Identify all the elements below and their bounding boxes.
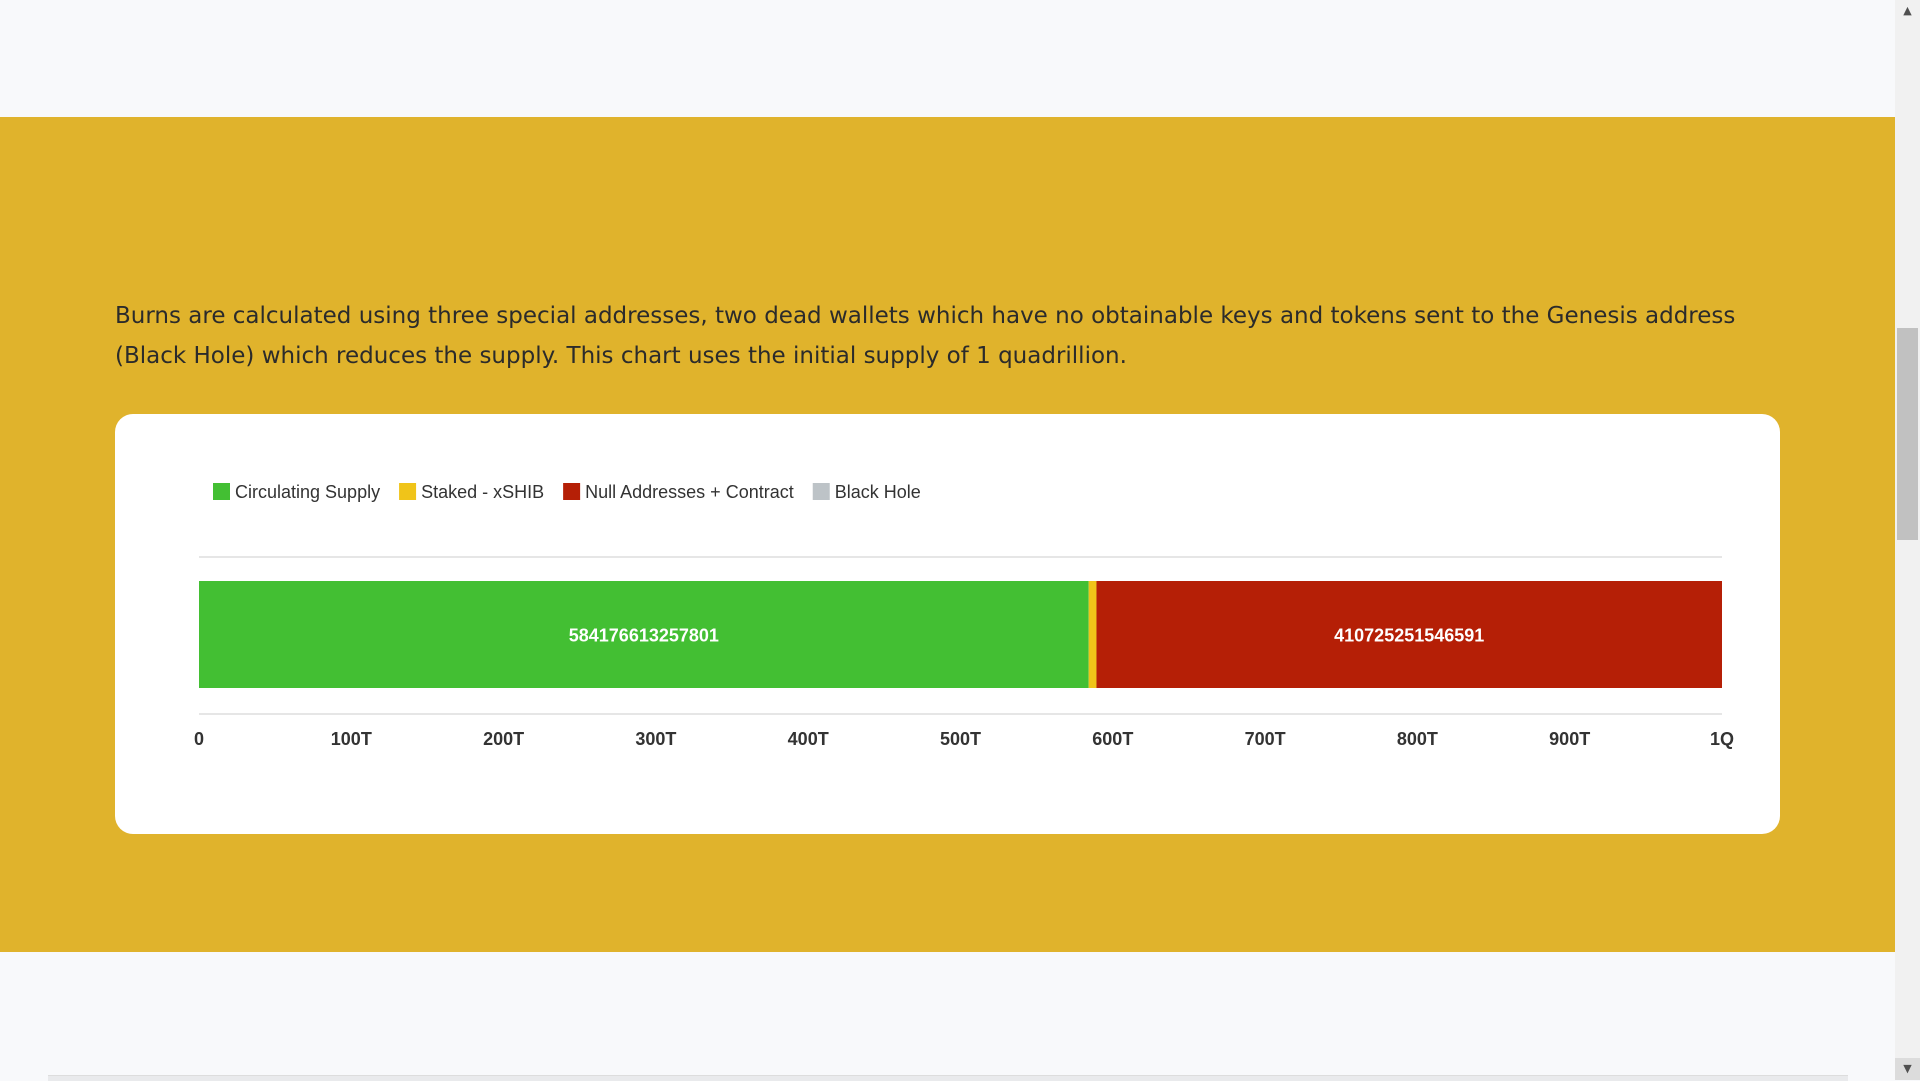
- legend-swatch-null-addresses-contract: [563, 483, 581, 500]
- x-tick-label-1q: 1Q: [1710, 729, 1734, 749]
- x-tick-label-200t: 200T: [483, 729, 524, 749]
- legend-swatch-black-hole: [812, 483, 830, 500]
- legend-label-black-hole: Black Hole: [835, 482, 921, 502]
- x-tick-label-800t: 800T: [1397, 729, 1438, 749]
- chart-bars: 584176613257801 410725251546591: [199, 581, 1722, 688]
- legend-label-circulating-supply: Circulating Supply: [235, 482, 380, 502]
- x-tick-label-900t: 900T: [1549, 729, 1590, 749]
- data-label-null-addresses-contract: 410725251546591: [1334, 626, 1484, 646]
- legend-item-null-addresses-contract[interactable]: Null Addresses + Contract: [563, 482, 794, 502]
- legend-item-black-hole[interactable]: Black Hole: [812, 482, 921, 502]
- legend-swatch-circulating-supply: [213, 483, 230, 500]
- legend-item-staked-xshib[interactable]: Staked - xSHIB: [399, 482, 544, 502]
- scroll-up-button[interactable]: ▲: [1895, 0, 1920, 22]
- legend-swatch-staked-xshib: [399, 483, 417, 500]
- scroll-down-button[interactable]: ▼: [1895, 1058, 1920, 1080]
- x-tick-label-100t: 100T: [331, 729, 372, 749]
- legend-label-null-addresses-contract: Null Addresses + Contract: [585, 482, 794, 502]
- page: Burns are calculated using three special…: [0, 0, 1895, 1080]
- bar-staked-xshib[interactable]: [1088, 581, 1097, 688]
- x-tick-label-700t: 700T: [1245, 729, 1286, 749]
- triangle-down-icon: ▼: [1903, 1062, 1912, 1075]
- vertical-scrollbar[interactable]: ▲ ▼: [1895, 0, 1920, 1080]
- x-axis-ticks: 0 100T 200T 300T 400T 500T 600T 700T 800T 900T 1Q: [194, 729, 1734, 749]
- x-tick-label-500t: 500T: [940, 729, 981, 749]
- data-label-circulating-supply: 584176613257801: [569, 626, 719, 646]
- next-section-edge: [48, 1075, 1848, 1081]
- x-tick-label-400t: 400T: [788, 729, 829, 749]
- x-tick-label-0: 0: [194, 729, 204, 749]
- legend-item-circulating-supply[interactable]: Circulating Supply: [213, 482, 380, 502]
- chart-legend: Circulating Supply Staked - xSHIB Null Add…: [213, 482, 921, 502]
- burn-chart: Circulating Supply Staked - xSHIB Null Add…: [194, 482, 1734, 749]
- legend-label-staked-xshib: Staked - xSHIB: [421, 482, 544, 502]
- x-tick-label-600t: 600T: [1092, 729, 1133, 749]
- burn-description: Burns are calculated using three special…: [115, 303, 1736, 369]
- triangle-up-icon: ▲: [1903, 4, 1912, 17]
- scroll-thumb[interactable]: [1897, 328, 1918, 540]
- chart-card: Circulating Supply Staked - xSHIB Null Add…: [115, 414, 1780, 834]
- x-tick-label-300t: 300T: [635, 729, 676, 749]
